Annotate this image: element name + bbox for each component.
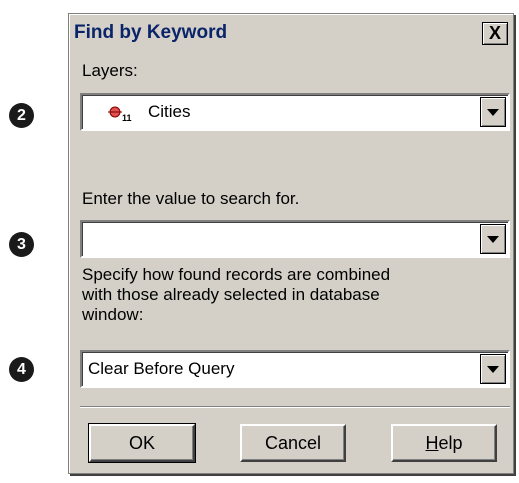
divider — [80, 406, 510, 408]
layers-dropdown[interactable]: 11 Cities — [80, 93, 510, 131]
layers-dropdown-button[interactable] — [480, 97, 506, 127]
close-button[interactable]: X — [482, 22, 508, 45]
combine-dropdown-button[interactable] — [480, 354, 506, 384]
search-dropdown-button[interactable] — [480, 224, 506, 254]
point-layer-icon — [108, 106, 122, 118]
combine-value: Clear Before Query — [88, 359, 235, 378]
callout-4: 4 — [9, 357, 34, 382]
callout-3: 3 — [9, 232, 34, 257]
close-icon: X — [488, 23, 501, 43]
find-by-keyword-dialog: Find by Keyword X Layers: 11 Cities Ente… — [68, 13, 514, 474]
combine-label-line1: Specify how found records are combined — [82, 265, 391, 284]
layer-name: Cities — [148, 102, 191, 121]
title-bar: Find by Keyword X — [72, 17, 510, 49]
combine-dropdown[interactable]: Clear Before Query — [80, 350, 510, 388]
help-label-rest: elp — [438, 432, 463, 453]
callout-2: 2 — [9, 103, 34, 128]
search-value-combo[interactable] — [80, 220, 510, 258]
combine-label-line2: with those already selected in database — [82, 285, 380, 304]
dialog-title: Find by Keyword — [74, 22, 228, 43]
layers-label: Layers: — [82, 61, 138, 80]
chevron-down-icon — [487, 108, 499, 116]
search-label: Enter the value to search for. — [82, 189, 300, 208]
combine-label-line3: window: — [82, 305, 144, 324]
chevron-down-icon — [487, 235, 499, 243]
help-button[interactable]: Help — [391, 424, 497, 462]
combine-label: Specify how found records are combined w… — [82, 265, 390, 325]
chevron-down-icon — [487, 365, 499, 373]
layer-count: 11 — [122, 113, 132, 123]
ok-button[interactable]: OK — [88, 423, 196, 463]
help-mnemonic: H — [425, 432, 439, 453]
cancel-button[interactable]: Cancel — [240, 424, 346, 462]
